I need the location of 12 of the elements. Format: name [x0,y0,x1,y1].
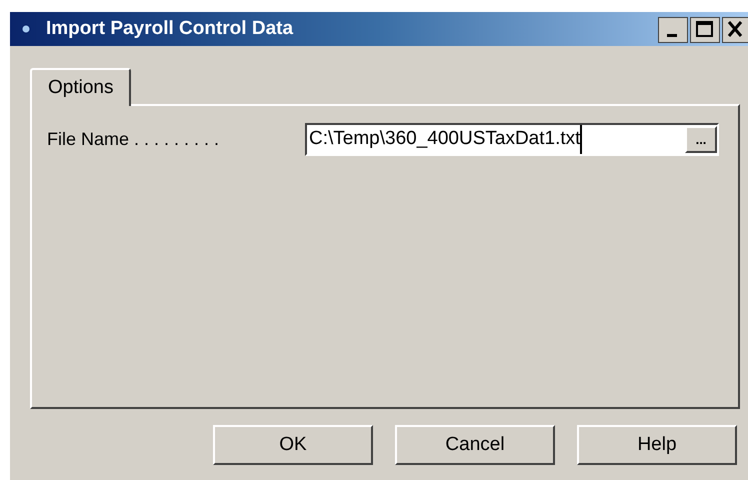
field-label: File Name . . . . . . . . . [47,128,220,151]
file-name-value: C:\Temp\360_400USTaxDat1.txt [307,125,582,154]
maximize-button[interactable] [690,17,720,43]
minimize-button[interactable] [658,17,688,43]
browse-button[interactable]: ... [685,126,717,153]
dialog-button[interactable]: Cancel [395,425,555,465]
close-button[interactable] [722,17,748,43]
window-title: Import Payroll Control Data [46,16,294,41]
tab[interactable]: Options [30,68,132,106]
file-name-field[interactable]: C:\Temp\360_400USTaxDat1.txt ... [305,123,719,156]
dialog-button[interactable]: OK [213,425,373,465]
dialog-button[interactable]: Help [577,425,737,465]
